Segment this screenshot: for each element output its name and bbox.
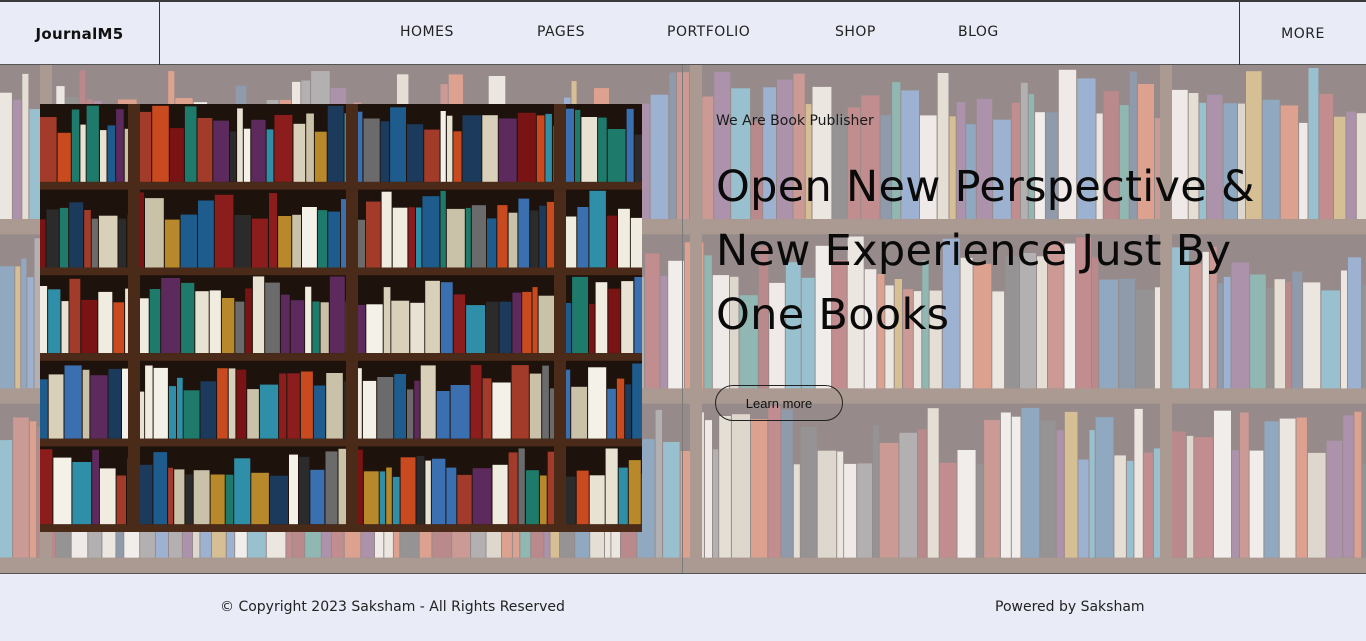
bookshelf-photo	[40, 104, 642, 532]
hero-section: We Are Book Publisher Open New Perspecti…	[0, 65, 1366, 573]
nav-item-homes[interactable]: HOMES	[400, 24, 454, 40]
nav-item-pages[interactable]: PAGES	[537, 24, 585, 40]
nav-more[interactable]: MORE	[1239, 2, 1366, 65]
headline-line-2: New Experience Just By	[716, 226, 1232, 276]
nav-item-portfolio[interactable]: PORTFOLIO	[667, 24, 750, 40]
copyright-text: © Copyright 2023 Saksham - All Rights Re…	[220, 599, 565, 615]
nav-item-blog[interactable]: BLOG	[958, 24, 999, 40]
powered-by-link[interactable]: Powered by Saksham	[995, 599, 1145, 615]
brand-logo[interactable]: JournalM5	[0, 2, 160, 65]
hero-divider	[682, 65, 683, 573]
site-footer: © Copyright 2023 Saksham - All Rights Re…	[0, 573, 1366, 641]
headline-line-3: One Books	[716, 290, 950, 340]
site-header: JournalM5 HOMES PAGES PORTFOLIO SHOP BLO…	[0, 0, 1366, 65]
nav-item-shop[interactable]: SHOP	[835, 24, 876, 40]
learn-more-button[interactable]: Learn more	[715, 385, 843, 421]
headline-line-1: Open New Perspective &	[716, 162, 1255, 212]
hero-headline: Open New Perspective & New Experience Ju…	[716, 155, 1316, 347]
hero-eyebrow: We Are Book Publisher	[716, 113, 874, 129]
main-nav: HOMES PAGES PORTFOLIO SHOP BLOG	[160, 2, 1240, 65]
